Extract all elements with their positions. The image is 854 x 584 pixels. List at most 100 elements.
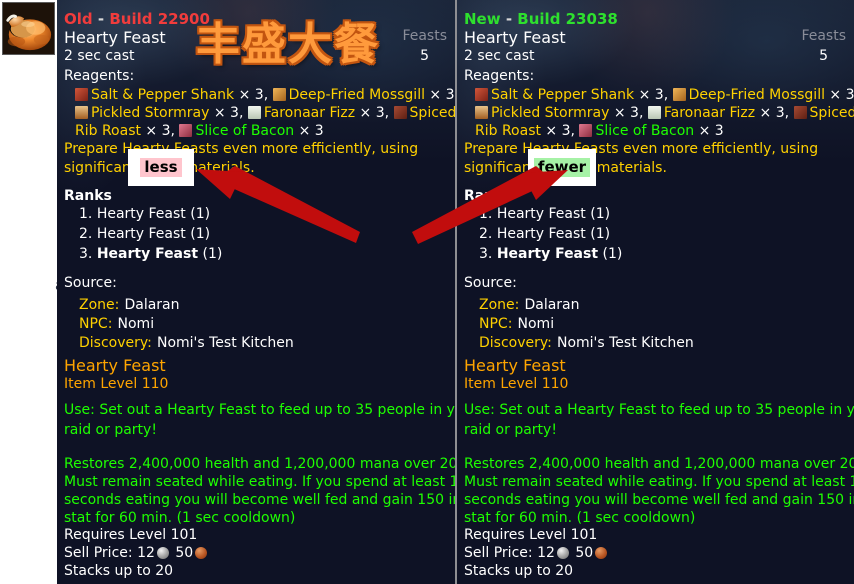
source-key-new-0: Zone: xyxy=(479,297,520,313)
new-word-highlight-box: fewer xyxy=(528,149,596,186)
source-key-old-1: NPC: xyxy=(79,316,113,332)
bacon-slice-icon xyxy=(579,124,593,137)
bacon-slice-icon xyxy=(179,124,193,137)
category-label-new: Feasts xyxy=(801,28,846,44)
stacks-old: Stacks up to 20 xyxy=(64,563,174,579)
source-row-npc-old: NPC: Nomi xyxy=(79,313,154,332)
copper-coin-icon xyxy=(595,547,608,559)
sell-price-silver-old: 12 xyxy=(137,545,155,561)
source-value-new-0: Dalaran xyxy=(524,297,580,313)
rank-label-old-0: Hearty Feast xyxy=(96,206,186,222)
rank-row-1-old: 1. Hearty Feast (1) xyxy=(79,206,210,222)
rank-row-3-new: 3. Hearty Feast (1) xyxy=(479,246,622,262)
sell-price-copper-old: 50 xyxy=(175,545,194,561)
panel-divider xyxy=(455,0,457,584)
reagent-name-old-0: Salt & Pepper Shank xyxy=(91,87,235,103)
source-key-old-2: Discovery: xyxy=(79,335,152,351)
rank-label-new-0: Hearty Feast xyxy=(496,206,586,222)
rank-label-old-2: Hearty Feast xyxy=(96,246,199,262)
build-value-new: Build 23038 xyxy=(517,10,618,28)
reagent-count-new-4: 3 xyxy=(561,123,571,139)
category-count-old: 5 xyxy=(420,48,429,64)
source-key-old-0: Zone: xyxy=(79,297,120,313)
rank-value-new-1: (1) xyxy=(590,226,611,242)
reagent-row-2-old: Pickled Stormray × 3, Faronaar Fizz × 3,… xyxy=(75,104,455,122)
rank-label-new-1: Hearty Feast xyxy=(496,226,586,242)
reagent-count-old-3: 3 xyxy=(375,105,385,121)
new-word-highlight-text: fewer xyxy=(533,157,591,178)
item-level-old: Item Level 110 xyxy=(64,376,169,392)
stacks-new: Stacks up to 20 xyxy=(464,563,574,579)
roast-turkey-icon xyxy=(3,3,54,54)
item-name-old: Hearty Feast xyxy=(64,356,166,375)
source-key-new-2: Discovery: xyxy=(479,335,552,351)
item-icon[interactable] xyxy=(2,2,55,55)
effect-line-3-new: seconds eating you will become well fed … xyxy=(464,492,854,508)
category-label-old: Feasts xyxy=(402,28,447,44)
ranks-title-new: Ranks xyxy=(464,188,512,204)
reagent-name-old-2: Pickled Stormray xyxy=(91,105,210,121)
spell-name-old: Hearty Feast xyxy=(64,28,166,47)
build-header-new: New - Build 23038 xyxy=(464,10,618,28)
rib-roast-icon xyxy=(393,106,407,119)
requires-level-old: Requires Level 101 xyxy=(64,527,198,543)
silver-coin-icon xyxy=(556,547,569,559)
rank-row-2-new: 2. Hearty Feast (1) xyxy=(479,226,610,242)
rank-row-3-old: 3. Hearty Feast (1) xyxy=(79,246,222,262)
cast-time-old: 2 sec cast xyxy=(64,48,135,64)
sell-price-label-old: Sell Price: xyxy=(64,545,133,561)
rank-index-old-0: 1. xyxy=(79,206,93,222)
effect-line-4-new: stat for 60 min. (1 sec cooldown) xyxy=(464,510,696,526)
sell-price-silver-new: 12 xyxy=(537,545,555,561)
source-row-discovery-new: Discovery: Nomi's Test Kitchen xyxy=(479,332,694,351)
rank-row-2-old: 2. Hearty Feast (1) xyxy=(79,226,210,242)
build-separator-old: - xyxy=(97,10,105,28)
reagent-name-new-2: Pickled Stormray xyxy=(491,105,610,121)
reagent-count-new-5: 3 xyxy=(714,123,724,139)
silver-coin-icon xyxy=(156,547,169,559)
source-value-old-0: Dalaran xyxy=(124,297,180,313)
source-row-zone-new: Zone: Dalaran xyxy=(479,294,580,313)
reagent-count-new-0: 3 xyxy=(654,87,664,103)
reagent-name-new-5: Slice of Bacon xyxy=(595,123,695,139)
reagent-name-old-5: Slice of Bacon xyxy=(195,123,295,139)
rank-value-old-1: (1) xyxy=(190,226,211,242)
old-word-highlight-text: less xyxy=(140,157,182,178)
source-row-npc-new: NPC: Nomi xyxy=(479,313,554,332)
reagent-count-old-4: 3 xyxy=(161,123,171,139)
reagent-name-old-3: Faronaar Fizz xyxy=(263,105,356,121)
screenshot-stage: aft item level 880 goggles, there are fo… xyxy=(0,0,854,584)
old-word-highlight-box: less xyxy=(128,149,194,186)
item-name-new: Hearty Feast xyxy=(464,356,566,375)
reagent-count-new-3: 3 xyxy=(775,105,785,121)
pickle-jar-icon xyxy=(75,106,88,119)
ranks-title-old: Ranks xyxy=(64,188,112,204)
drink-bottle-icon xyxy=(247,106,261,119)
reagent-row-3-old: Rib Roast × 3, Slice of Bacon × 3 xyxy=(75,123,324,139)
reagent-count-new-2: 3 xyxy=(630,105,639,121)
rank-value-new-2: (1) xyxy=(602,246,623,262)
effect-line-1-old: Restores 2,400,000 health and 1,200,000 … xyxy=(64,456,455,472)
category-count-new: 5 xyxy=(819,48,828,64)
reagent-row-1-new: Salt & Pepper Shank × 3, Deep-Fried Moss… xyxy=(475,86,854,104)
reagent-name-new-0: Salt & Pepper Shank xyxy=(491,87,635,103)
build-label-old: Old xyxy=(64,10,93,28)
effect-line-2-old: Must remain seated while eating. If you … xyxy=(64,474,455,490)
build-header-old: Old - Build 22900 xyxy=(64,10,210,28)
reagent-row-2-new: Pickled Stormray × 3, Faronaar Fizz × 3,… xyxy=(475,104,854,122)
source-row-discovery-old: Discovery: Nomi's Test Kitchen xyxy=(79,332,294,351)
rank-index-old-2: 3. xyxy=(79,246,93,262)
reagent-count-new-1: 3 xyxy=(845,87,854,103)
description-line-1-old: Prepare Hearty Feasts even more efficien… xyxy=(64,141,419,157)
effect-line-4-old: stat for 60 min. (1 sec cooldown) xyxy=(64,510,296,526)
reagent-count-old-5: 3 xyxy=(314,123,324,139)
build-separator-new: - xyxy=(505,10,513,28)
sell-price-label-new: Sell Price: xyxy=(464,545,533,561)
reagent-row-1-old: Salt & Pepper Shank × 3, Deep-Fried Moss… xyxy=(75,86,455,104)
reagents-label-new: Reagents: xyxy=(464,68,535,84)
reagent-count-old-2: 3 xyxy=(230,105,239,121)
drink-bottle-icon xyxy=(647,106,661,119)
fried-fish-icon xyxy=(672,88,686,101)
source-value-old-1: Nomi xyxy=(117,316,155,332)
rank-label-old-1: Hearty Feast xyxy=(96,226,186,242)
